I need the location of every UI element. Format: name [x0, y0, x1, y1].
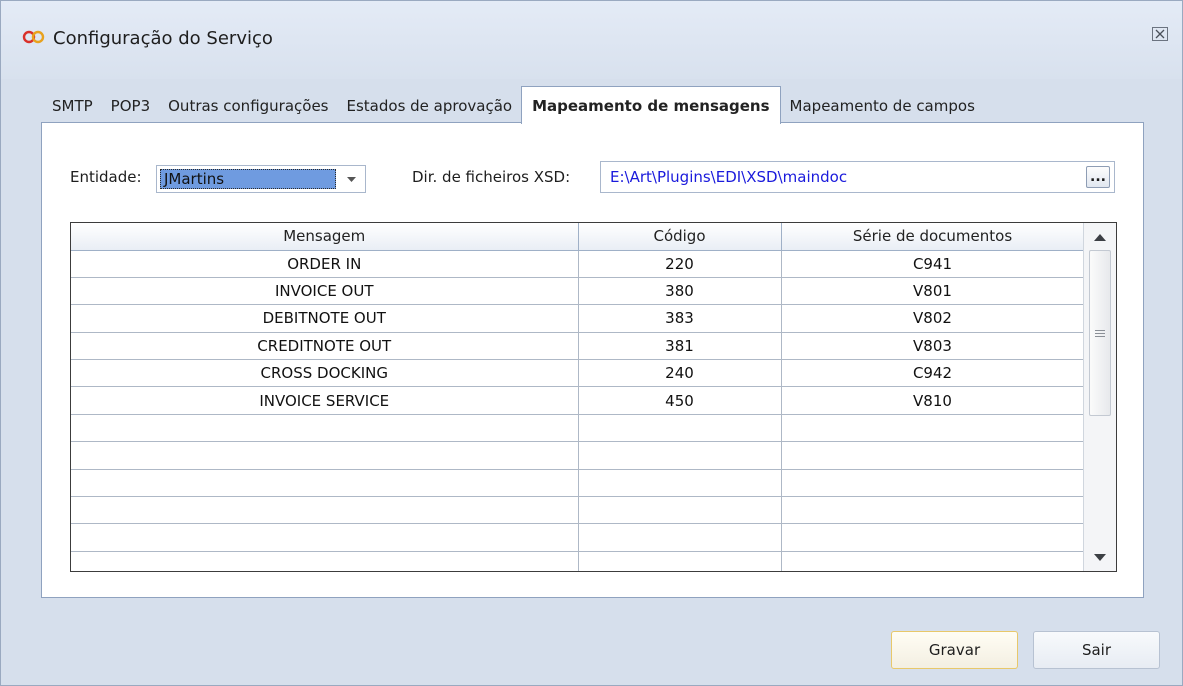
- empty-row[interactable]: [71, 441, 1085, 470]
- tab-pop3[interactable]: POP3: [102, 89, 159, 123]
- tab-smtp[interactable]: SMTP: [43, 89, 102, 123]
- cell-series[interactable]: C941: [781, 250, 1085, 278]
- entity-dropdown[interactable]: JMartins: [156, 165, 366, 193]
- browse-button[interactable]: ...: [1086, 166, 1110, 188]
- empty-row[interactable]: [71, 523, 1085, 552]
- cell-message[interactable]: DEBITNOTE OUT: [71, 304, 579, 333]
- entity-value: JMartins: [160, 169, 336, 189]
- cell-message[interactable]: INVOICE OUT: [71, 277, 579, 306]
- tab-other-settings[interactable]: Outras configurações: [159, 89, 337, 123]
- empty-row[interactable]: [71, 496, 1085, 525]
- cell-series[interactable]: V802: [781, 304, 1085, 333]
- message-mapping-panel: Entidade: JMartins Dir. de ficheiros XSD…: [41, 122, 1144, 598]
- app-icon: [21, 29, 47, 45]
- title-bar: Configuração do Serviço: [1, 1, 1182, 79]
- cell-code[interactable]: 383: [578, 304, 782, 333]
- table-row[interactable]: INVOICE OUT 380 V801: [71, 277, 1085, 306]
- close-button[interactable]: [1150, 25, 1170, 43]
- cell-code[interactable]: 380: [578, 277, 782, 306]
- empty-row[interactable]: [71, 469, 1085, 498]
- xsd-dir-label: Dir. de ficheiros XSD:: [412, 168, 571, 186]
- tab-strip: SMTP POP3 Outras configurações Estados d…: [43, 85, 984, 124]
- table-row[interactable]: DEBITNOTE OUT 383 V802: [71, 304, 1085, 333]
- cell-message[interactable]: ORDER IN: [71, 250, 579, 278]
- table-row[interactable]: ORDER IN 220 C941: [71, 250, 1085, 278]
- cell-series[interactable]: V801: [781, 277, 1085, 306]
- save-button[interactable]: Gravar: [891, 631, 1018, 669]
- window-title: Configuração do Serviço: [53, 28, 273, 49]
- message-grid: Mensagem Código Série de documentos ORDE…: [70, 222, 1117, 572]
- tab-field-mapping[interactable]: Mapeamento de campos: [781, 89, 984, 123]
- scroll-down-button[interactable]: [1089, 546, 1111, 568]
- entity-label: Entidade:: [70, 168, 142, 186]
- column-header-message[interactable]: Mensagem: [71, 223, 579, 251]
- tab-message-mapping[interactable]: Mapeamento de mensagens: [521, 86, 781, 124]
- empty-row[interactable]: [71, 414, 1085, 443]
- table-row[interactable]: CROSS DOCKING 240 C942: [71, 359, 1085, 388]
- scroll-thumb[interactable]: [1089, 250, 1111, 416]
- config-window: Configuração do Serviço SMTP POP3 Outras…: [0, 0, 1183, 686]
- exit-button[interactable]: Sair: [1033, 631, 1160, 669]
- empty-row[interactable]: [71, 551, 1085, 571]
- triangle-down-icon: [1094, 553, 1106, 561]
- cell-message[interactable]: CREDITNOTE OUT: [71, 332, 579, 361]
- message-table: Mensagem Código Série de documentos ORDE…: [71, 223, 1085, 571]
- scroll-up-button[interactable]: [1089, 226, 1111, 248]
- close-icon: [1152, 27, 1168, 41]
- column-header-series[interactable]: Série de documentos: [781, 223, 1085, 251]
- cell-code[interactable]: 381: [578, 332, 782, 361]
- column-header-code[interactable]: Código: [578, 223, 782, 251]
- cell-code[interactable]: 220: [578, 250, 782, 278]
- tab-approval-states[interactable]: Estados de aprovação: [338, 89, 522, 123]
- triangle-up-icon: [1094, 233, 1106, 241]
- cell-series[interactable]: V803: [781, 332, 1085, 361]
- cell-series[interactable]: C942: [781, 359, 1085, 388]
- grip-icon: [1095, 329, 1105, 337]
- cell-series[interactable]: V810: [781, 386, 1085, 415]
- table-header: Mensagem Código Série de documentos: [71, 223, 1085, 251]
- cell-code[interactable]: 240: [578, 359, 782, 388]
- xsd-dir-value: E:\Art\Plugins\EDI\XSD\maindoc: [610, 168, 848, 186]
- xsd-dir-field[interactable]: E:\Art\Plugins\EDI\XSD\maindoc ...: [600, 161, 1115, 193]
- cell-message[interactable]: CROSS DOCKING: [71, 359, 579, 388]
- cell-message[interactable]: INVOICE SERVICE: [71, 386, 579, 415]
- table-row[interactable]: CREDITNOTE OUT 381 V803: [71, 332, 1085, 361]
- cell-code[interactable]: 450: [578, 386, 782, 415]
- table-row[interactable]: INVOICE SERVICE 450 V810: [71, 386, 1085, 415]
- vertical-scrollbar[interactable]: [1083, 223, 1116, 571]
- chevron-down-icon: [343, 172, 359, 188]
